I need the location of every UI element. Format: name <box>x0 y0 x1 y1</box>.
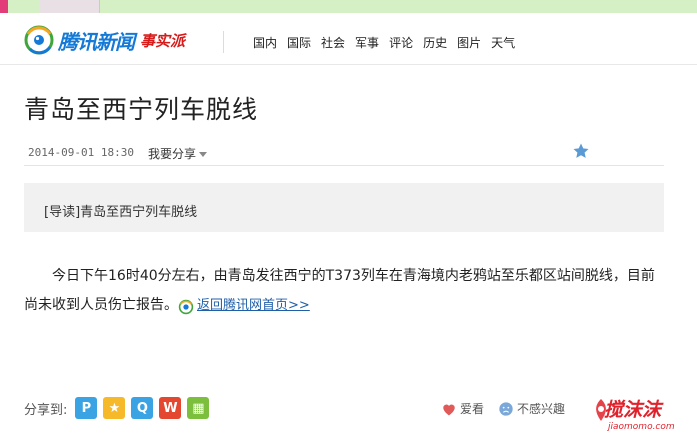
qq-news-logo-icon <box>24 25 54 55</box>
body-paragraph: 今日下午16时40分左右，由青岛发往西宁的T373列车在青海境内老鸦站至乐都区站… <box>24 268 655 313</box>
back-to-home-link[interactable]: 返回腾讯网首页>> <box>197 298 310 313</box>
heart-icon <box>443 404 455 415</box>
lead-text: [导读]青岛至西宁列车脱线 <box>44 201 197 220</box>
like-label: 爱看 <box>460 402 485 416</box>
qq-icon: Q <box>136 400 148 416</box>
nav-item-history[interactable]: 历史 <box>423 34 447 51</box>
lead-content: 青岛至西宁列车脱线 <box>80 205 198 220</box>
watermark: 搅沫沫 jiaomomo.com <box>592 393 697 437</box>
top-banner[interactable] <box>0 0 697 13</box>
nav-item-photos[interactable]: 图片 <box>457 34 481 51</box>
main-nav: 国内 国际 社会 军事 评论 历史 图片 天气 <box>253 34 525 51</box>
qzone-share-button[interactable]: ★ <box>103 397 126 419</box>
dislike-button[interactable]: 不感兴趣 <box>498 400 565 417</box>
dislike-label: 不感兴趣 <box>517 402 566 416</box>
nav-item-society[interactable]: 社会 <box>321 34 345 51</box>
share-menu-label: 我要分享 <box>148 147 197 161</box>
banner-image[interactable] <box>40 0 100 13</box>
weibo-share-button[interactable]: W <box>159 397 182 419</box>
share-label: 分享到: <box>24 402 68 418</box>
pengyou-share-button[interactable]: P <box>75 397 98 419</box>
reaction-bar: 爱看 不感兴趣 <box>441 400 579 417</box>
site-logo[interactable]: 腾讯新闻 事实派 <box>24 25 185 55</box>
watermark-url: jiaomomo.com <box>608 422 675 432</box>
nav-item-weather[interactable]: 天气 <box>491 34 515 51</box>
sad-face-icon <box>499 401 513 416</box>
article-meta: 2014-09-01 18:30 我要分享 <box>24 140 664 166</box>
pengyou-icon: P <box>81 400 92 416</box>
weibo-icon: W <box>163 400 178 416</box>
nav-item-international[interactable]: 国际 <box>287 34 311 51</box>
nav-item-military[interactable]: 军事 <box>355 34 379 51</box>
article-lead: [导读]青岛至西宁列车脱线 <box>24 183 664 232</box>
article-body: 今日下午16时40分左右，由青岛发往西宁的T373列车在青海境内老鸦站至乐都区站… <box>24 262 664 320</box>
nav-divider <box>223 31 224 53</box>
nav-item-domestic[interactable]: 国内 <box>253 34 277 51</box>
banner-edge <box>0 0 8 13</box>
qrcode-icon: ▦ <box>192 400 205 416</box>
qq-news-small-icon <box>178 297 194 315</box>
share-menu[interactable]: 我要分享 <box>148 145 208 162</box>
qq-share-button[interactable]: Q <box>131 397 154 419</box>
nav-item-comment[interactable]: 评论 <box>389 34 413 51</box>
logo-text: 腾讯新闻 <box>58 29 135 54</box>
chevron-down-icon <box>199 152 208 157</box>
site-header: 腾讯新闻 事实派 国内 国际 社会 军事 评论 历史 图片 天气 <box>0 13 697 65</box>
qzone-star-icon: ★ <box>108 400 121 416</box>
qrcode-share-button[interactable]: ▦ <box>187 397 210 419</box>
like-button[interactable]: 爱看 <box>441 400 484 417</box>
lead-prefix: [导读] <box>44 205 81 220</box>
share-bar: 分享到: P ★ Q W ▦ <box>24 395 215 421</box>
article-title: 青岛至西宁列车脱线 <box>24 95 259 124</box>
logo-subbrand: 事实派 <box>140 31 186 50</box>
watermark-text: 搅沫沫 <box>604 399 662 421</box>
favorite-star-icon[interactable] <box>572 142 590 164</box>
publish-time: 2014-09-01 18:30 <box>28 146 134 159</box>
